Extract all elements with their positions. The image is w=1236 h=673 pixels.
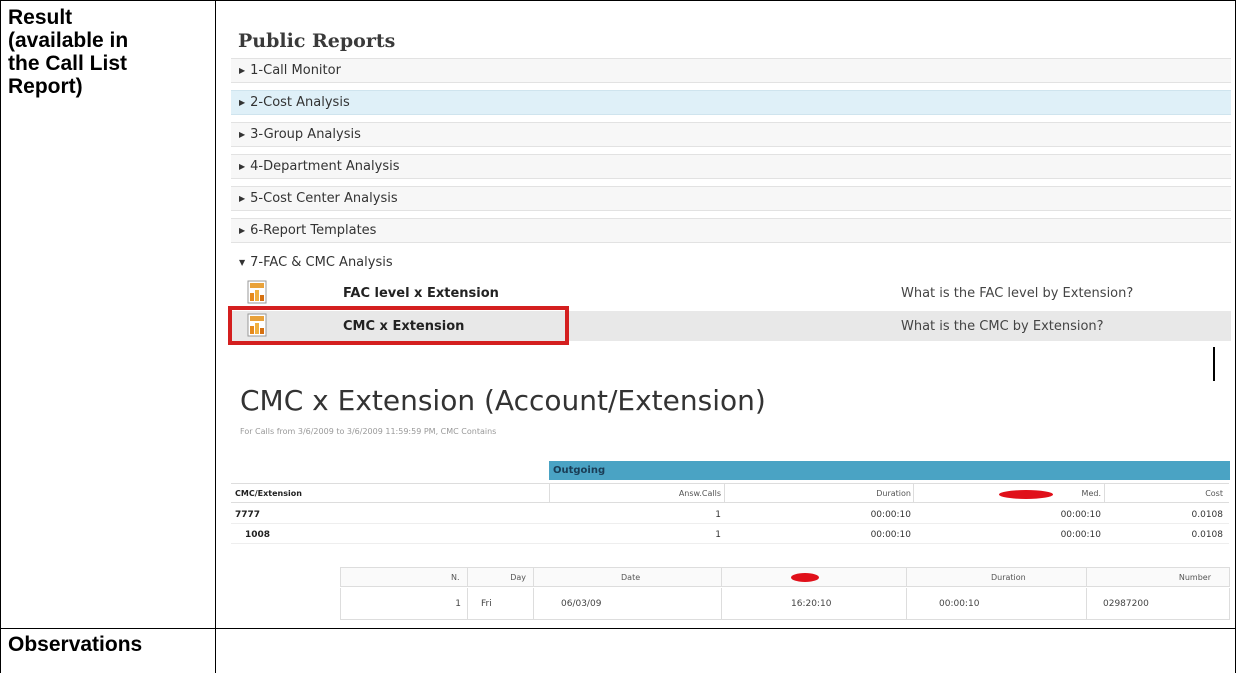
redaction-mark: [791, 573, 819, 582]
redaction-mark: [999, 490, 1053, 499]
column-separator: [467, 568, 468, 586]
row-divider: [0, 628, 1236, 629]
detail-number-value: 02987200: [1103, 598, 1149, 609]
column-separator: [913, 484, 914, 502]
result-label-line: Report): [8, 75, 83, 98]
detail-header-row: N. Day Date Duration Number: [340, 567, 1230, 587]
report-description: What is the FAC level by Extension?: [901, 285, 1134, 301]
med-value: 00:00:10: [1060, 529, 1101, 540]
folder-label: 3-Group Analysis: [250, 127, 361, 142]
folder-label: 4-Department Analysis: [250, 159, 400, 174]
column-separator: [467, 588, 468, 619]
folder-call-monitor[interactable]: ▶ 1-Call Monitor: [231, 58, 1231, 83]
folder-group-analysis[interactable]: ▶ 3-Group Analysis: [231, 122, 1231, 147]
report-description: What is the CMC by Extension?: [901, 318, 1104, 334]
column-separator: [533, 568, 534, 586]
col-header-duration: Duration: [876, 488, 911, 498]
caret-right-icon: ▶: [239, 130, 246, 139]
detail-date-value: 06/03/09: [561, 598, 602, 609]
col-header-med: Med.: [1081, 488, 1101, 498]
folder-label: 2-Cost Analysis: [250, 95, 350, 110]
cost-value: 0.0108: [1191, 529, 1224, 540]
folder-label: 1-Call Monitor: [250, 63, 341, 78]
column-separator: [721, 588, 722, 619]
folder-label: 5-Cost Center Analysis: [250, 191, 398, 206]
text-cursor: [1213, 347, 1215, 381]
caret-right-icon: ▶: [239, 66, 246, 75]
duration-value: 00:00:10: [870, 509, 911, 520]
public-reports-title: Public Reports: [238, 30, 396, 52]
detail-col-day: Day: [510, 572, 526, 582]
duration-value: 00:00:10: [870, 529, 911, 540]
folder-cost-analysis[interactable]: ▶ 2-Cost Analysis: [231, 90, 1231, 115]
cost-value: 0.0108: [1191, 509, 1224, 520]
detail-col-date: Date: [621, 572, 641, 582]
detail-time-value: 16:20:10: [791, 598, 832, 609]
folder-label: 6-Report Templates: [250, 223, 377, 238]
folder-report-templates[interactable]: ▶ 6-Report Templates: [231, 218, 1231, 243]
outgoing-group-header: Outgoing: [549, 461, 1230, 480]
report-document-icon: [247, 280, 267, 304]
column-separator: [1104, 484, 1105, 502]
column-separator: [906, 588, 907, 619]
folder-cost-center-analysis[interactable]: ▶ 5-Cost Center Analysis: [231, 186, 1231, 211]
report-subtitle: For Calls from 3/6/2009 to 3/6/2009 11:5…: [240, 427, 497, 436]
table-row[interactable]: 7777 1 00:00:10 00:00:10 0.0108: [231, 506, 1229, 524]
caret-right-icon: ▶: [239, 226, 246, 235]
table-row[interactable]: 1008 1 00:00:10 00:00:10 0.0108: [231, 526, 1229, 544]
highlight-box: [228, 306, 569, 345]
report-header-row: CMC/Extension Answ.Calls Duration Med. C…: [231, 483, 1229, 503]
cmc-value: 7777: [235, 509, 261, 520]
caret-down-icon: ▼: [239, 258, 246, 267]
column-divider: [215, 0, 216, 673]
col-header-cost: Cost: [1205, 488, 1223, 498]
report-item-fac-level[interactable]: FAC level x Extension What is the FAC le…: [231, 278, 1231, 308]
detail-duration-value: 00:00:10: [939, 598, 980, 609]
folder-fac-cmc-analysis[interactable]: ▼ 7-FAC & CMC Analysis: [231, 250, 1231, 275]
column-separator: [906, 568, 907, 586]
result-label-line: (available in: [8, 29, 129, 52]
result-label-line: the Call List: [8, 52, 128, 75]
result-row-label: Result (available in the Call List Repor…: [8, 6, 128, 98]
column-separator: [724, 484, 725, 502]
detail-col-number: Number: [1178, 572, 1211, 582]
cmc-value: 1008: [245, 529, 271, 540]
report-name: FAC level x Extension: [343, 285, 499, 301]
column-separator: [533, 588, 534, 619]
caret-right-icon: ▶: [239, 98, 246, 107]
column-separator: [721, 568, 722, 586]
col-header-answ-calls: Answ.Calls: [678, 488, 721, 498]
result-label-line: Result: [8, 6, 73, 29]
observations-row-label: Observations: [8, 633, 143, 656]
detail-n-value: 1: [455, 598, 461, 609]
folder-department-analysis[interactable]: ▶ 4-Department Analysis: [231, 154, 1231, 179]
caret-right-icon: ▶: [239, 194, 246, 203]
detail-day-value: Fri: [481, 598, 492, 609]
detail-col-n: N.: [451, 572, 460, 582]
report-title: CMC x Extension (Account/Extension): [240, 384, 766, 417]
folder-label: 7-FAC & CMC Analysis: [250, 255, 393, 270]
table-border-left: [0, 0, 1, 673]
column-separator: [549, 484, 550, 502]
table-border-top: [0, 0, 1236, 1]
answ-calls-value: 1: [715, 509, 721, 520]
answ-calls-value: 1: [715, 529, 721, 540]
column-separator: [1086, 568, 1087, 586]
med-value: 00:00:10: [1060, 509, 1101, 520]
detail-col-duration: Duration: [991, 572, 1026, 582]
caret-right-icon: ▶: [239, 162, 246, 171]
col-header-cmc-extension: CMC/Extension: [235, 488, 302, 498]
column-separator: [1086, 588, 1087, 619]
detail-row[interactable]: 1 Fri 06/03/09 16:20:10 00:00:10 0298720…: [340, 588, 1230, 620]
